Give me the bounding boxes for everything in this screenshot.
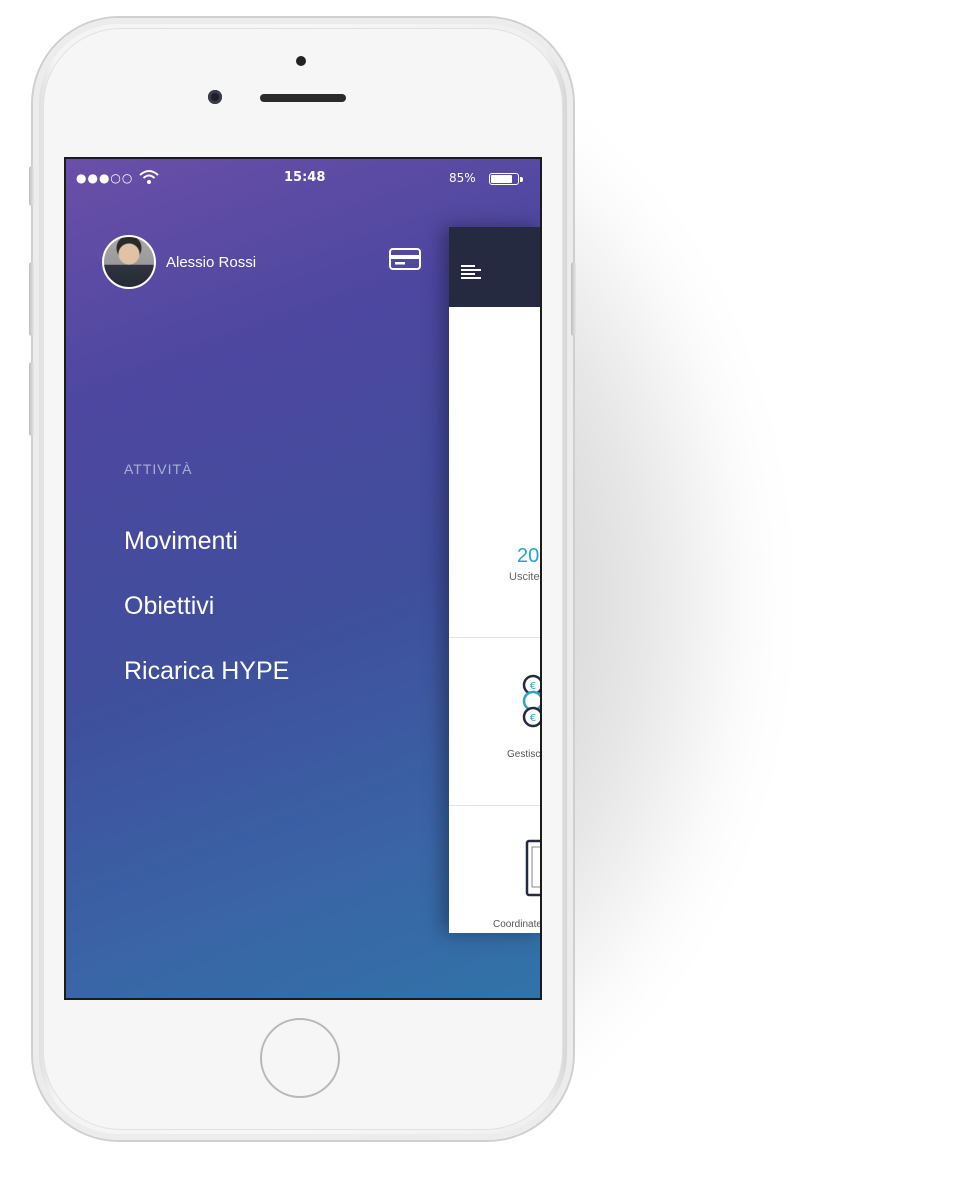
user-name: Alessio Rossi — [166, 253, 257, 271]
stat-label: Uscite — [509, 571, 540, 583]
credit-card-icon[interactable] — [389, 247, 421, 271]
main-content-panel[interactable]: 20 Uscite € € Gestisci Coordinate — [449, 227, 542, 933]
svg-text:€: € — [530, 713, 536, 724]
avatar[interactable] — [102, 235, 156, 289]
svg-text:€: € — [530, 681, 536, 692]
front-camera-icon — [208, 90, 222, 104]
home-button[interactable] — [260, 1018, 340, 1098]
mute-switch — [29, 166, 34, 206]
status-bar: ●●●○○ 15:48 85% — [66, 159, 540, 199]
battery-fill — [491, 175, 512, 183]
divider — [449, 637, 540, 638]
volume-up-button — [29, 262, 34, 336]
status-time: 15:48 — [284, 170, 326, 185]
battery-percentage: 85% — [449, 171, 476, 185]
main-header — [449, 227, 540, 307]
feature-label-gestisci: Gestisci — [507, 749, 542, 760]
hamburger-icon[interactable] — [461, 265, 481, 281]
wifi-icon — [139, 170, 159, 184]
section-title-attivita: ATTIVITÀ — [124, 461, 193, 477]
earpiece-speaker — [260, 94, 346, 102]
signal-strength: ●●●○○ — [76, 171, 134, 185]
device-icon — [525, 839, 540, 897]
proximity-sensor — [296, 56, 306, 66]
menu-item-movimenti[interactable]: Movimenti — [124, 527, 238, 556]
phone-screen: ●●●○○ 15:48 85% Alessio Rossi ATTIVITÀ M… — [64, 157, 542, 1000]
power-button — [571, 262, 576, 336]
battery-icon — [489, 173, 519, 185]
divider — [449, 805, 540, 806]
stage: ●●●○○ 15:48 85% Alessio Rossi ATTIVITÀ M… — [0, 0, 968, 1180]
volume-down-button — [29, 362, 34, 436]
feature-label-coordinate: Coordinate — [493, 919, 542, 930]
stat-value: 20 — [517, 545, 540, 567]
battery-tip — [520, 177, 523, 182]
menu-item-ricarica-hype[interactable]: Ricarica HYPE — [124, 657, 289, 686]
menu-item-obiettivi[interactable]: Obiettivi — [124, 592, 214, 621]
user-profile[interactable]: Alessio Rossi — [102, 235, 256, 289]
coins-icon: € € — [522, 674, 540, 728]
